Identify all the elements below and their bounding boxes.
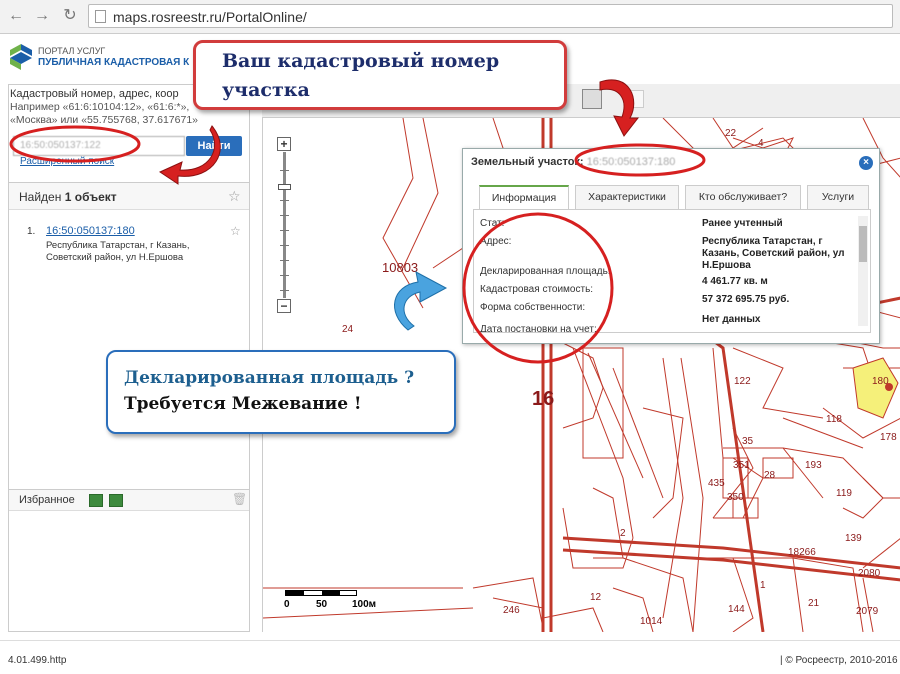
row-value: Республика Татарстан, г Казань, Советски… xyxy=(702,236,845,271)
popup-scrollbar[interactable] xyxy=(858,216,868,326)
trash-icon[interactable]: 🗑 xyxy=(232,492,247,506)
zoom-in-button[interactable]: + xyxy=(277,137,291,151)
forward-arrow-icon[interactable]: → xyxy=(32,6,52,26)
excel-import-icon[interactable] xyxy=(109,494,123,507)
map-label: 144 xyxy=(728,604,745,615)
reload-icon[interactable]: ↻ xyxy=(60,6,80,26)
result-address: Республика Татарстан, г Казань, Советски… xyxy=(46,240,190,263)
zoom-tick xyxy=(280,275,289,276)
map-label: 22 xyxy=(725,128,737,139)
row-value: Ранее учтенный xyxy=(702,218,783,229)
tab-who-serves[interactable]: Кто обслуживает? xyxy=(685,185,801,209)
advanced-search-link[interactable]: Расширенный поиск xyxy=(20,156,114,167)
star-icon[interactable]: ☆ xyxy=(228,188,241,205)
zoom-tick xyxy=(280,200,289,201)
map-label: 12 xyxy=(590,592,602,603)
row-value: 57 372 695.75 руб. xyxy=(702,294,790,305)
map-label: 351 xyxy=(733,460,750,471)
version-text: 4.01.499.http xyxy=(8,655,67,666)
result-number: 1. xyxy=(27,226,36,237)
parcel-popup: Земельный участок: 16:50:050137:180 × Ин… xyxy=(462,148,880,344)
scale-label: 100м xyxy=(352,599,377,610)
map-label: 122 xyxy=(734,376,751,387)
map-label: 118 xyxy=(826,414,842,425)
address-bar[interactable]: maps.rosreestr.ru/PortalOnline/ xyxy=(88,4,893,28)
scale-bar xyxy=(285,590,357,596)
tab-characteristics[interactable]: Характеристики xyxy=(575,185,679,209)
map-label: 193 xyxy=(805,460,822,471)
zoom-tick xyxy=(280,170,289,171)
browser-toolbar: ← → ↻ maps.rosreestr.ru/PortalOnline/ xyxy=(0,0,900,34)
map-label: 21 xyxy=(808,598,820,609)
search-button[interactable]: Найти xyxy=(186,136,242,156)
zoom-handle[interactable] xyxy=(278,184,291,190)
scale-label: 50 xyxy=(316,599,328,610)
callout-declared-area: Декларированная площадь ? Требуется Меже… xyxy=(106,350,456,434)
map-label: 2080 xyxy=(858,568,881,579)
status-bar: 4.01.499.http | © Росреестр, 2010-2016 xyxy=(0,640,900,674)
copyright-text: | © Росреестр, 2010-2016 xyxy=(780,655,898,666)
portal-subtitle: ПУБЛИЧНАЯ КАДАСТРОВАЯ К xyxy=(38,57,190,68)
zoom-tick xyxy=(280,290,289,291)
row-label: Дата постановки на учет: xyxy=(480,324,597,333)
search-input[interactable]: 16:50:050137:122 xyxy=(13,136,185,156)
result-cadastral-link[interactable]: 16:50:050137:180 xyxy=(46,225,135,237)
map-label: 1 xyxy=(760,580,766,591)
zoom-tick xyxy=(280,215,289,216)
map-label: 10803 xyxy=(382,260,419,275)
map-label: 18266 xyxy=(788,547,816,558)
tab-information[interactable]: Информация xyxy=(479,185,569,209)
star-icon[interactable]: ☆ xyxy=(230,224,241,238)
callout-cadastral-number: Ваш кадастровый номер участка xyxy=(193,40,567,110)
row-label: Форма собственности: xyxy=(480,302,586,313)
row-value: 4 461.77 кв. м xyxy=(702,276,768,287)
excel-export-icon[interactable] xyxy=(89,494,103,507)
zoom-out-button[interactable]: − xyxy=(277,299,291,313)
found-count-text: Найден 1 объект xyxy=(19,190,117,204)
popup-info-table: Стат: Ранее учтенный Адрес: Республика Т… xyxy=(473,209,871,333)
zoom-tick xyxy=(280,230,289,231)
portal-title: ПОРТАЛ УСЛУГ xyxy=(38,46,106,56)
map-label: 24 xyxy=(342,324,354,335)
popup-title: Земельный участок: 16:50:050137:180 xyxy=(471,156,676,168)
close-icon[interactable]: × xyxy=(859,156,873,170)
zoom-track[interactable] xyxy=(283,152,286,298)
dropdown-icon[interactable] xyxy=(628,90,644,108)
map-label: 180 xyxy=(872,376,889,387)
map-label: 435 xyxy=(708,478,725,489)
zoom-tick xyxy=(280,245,289,246)
page-icon xyxy=(95,10,106,23)
map-label: 2 xyxy=(620,528,626,539)
favorites-label: Избранное xyxy=(19,494,75,506)
portal-logo-icon xyxy=(10,44,32,70)
printer-icon[interactable] xyxy=(582,89,602,109)
map-label: 119 xyxy=(836,488,852,499)
row-label: Стат: xyxy=(480,218,505,229)
row-label: Адрес: xyxy=(480,236,512,247)
row-label: Кадастровая стоимость: xyxy=(480,284,594,295)
map-label: 139 xyxy=(845,533,862,544)
favorites-header: Избранное xyxy=(9,489,249,511)
map-label: 2079 xyxy=(856,606,879,617)
map-label: 35 xyxy=(742,436,754,447)
map-label: 178 xyxy=(880,432,897,443)
found-header: Найден 1 объект ☆ xyxy=(9,182,249,210)
map-label: 350 xyxy=(727,492,744,503)
row-value: Нет данных xyxy=(702,314,761,325)
map-label: 1014 xyxy=(640,616,663,627)
map-label: 246 xyxy=(503,605,520,616)
row-label: Декларированная площадь: xyxy=(480,266,611,277)
map-label: 28 xyxy=(764,470,776,481)
tab-services[interactable]: Услуги xyxy=(807,185,869,209)
scale-label: 0 xyxy=(284,599,290,610)
url-text: maps.rosreestr.ru/PortalOnline/ xyxy=(113,9,307,25)
map-label: 16 xyxy=(532,388,555,410)
zoom-tick xyxy=(280,260,289,261)
back-arrow-icon[interactable]: ← xyxy=(6,6,26,26)
